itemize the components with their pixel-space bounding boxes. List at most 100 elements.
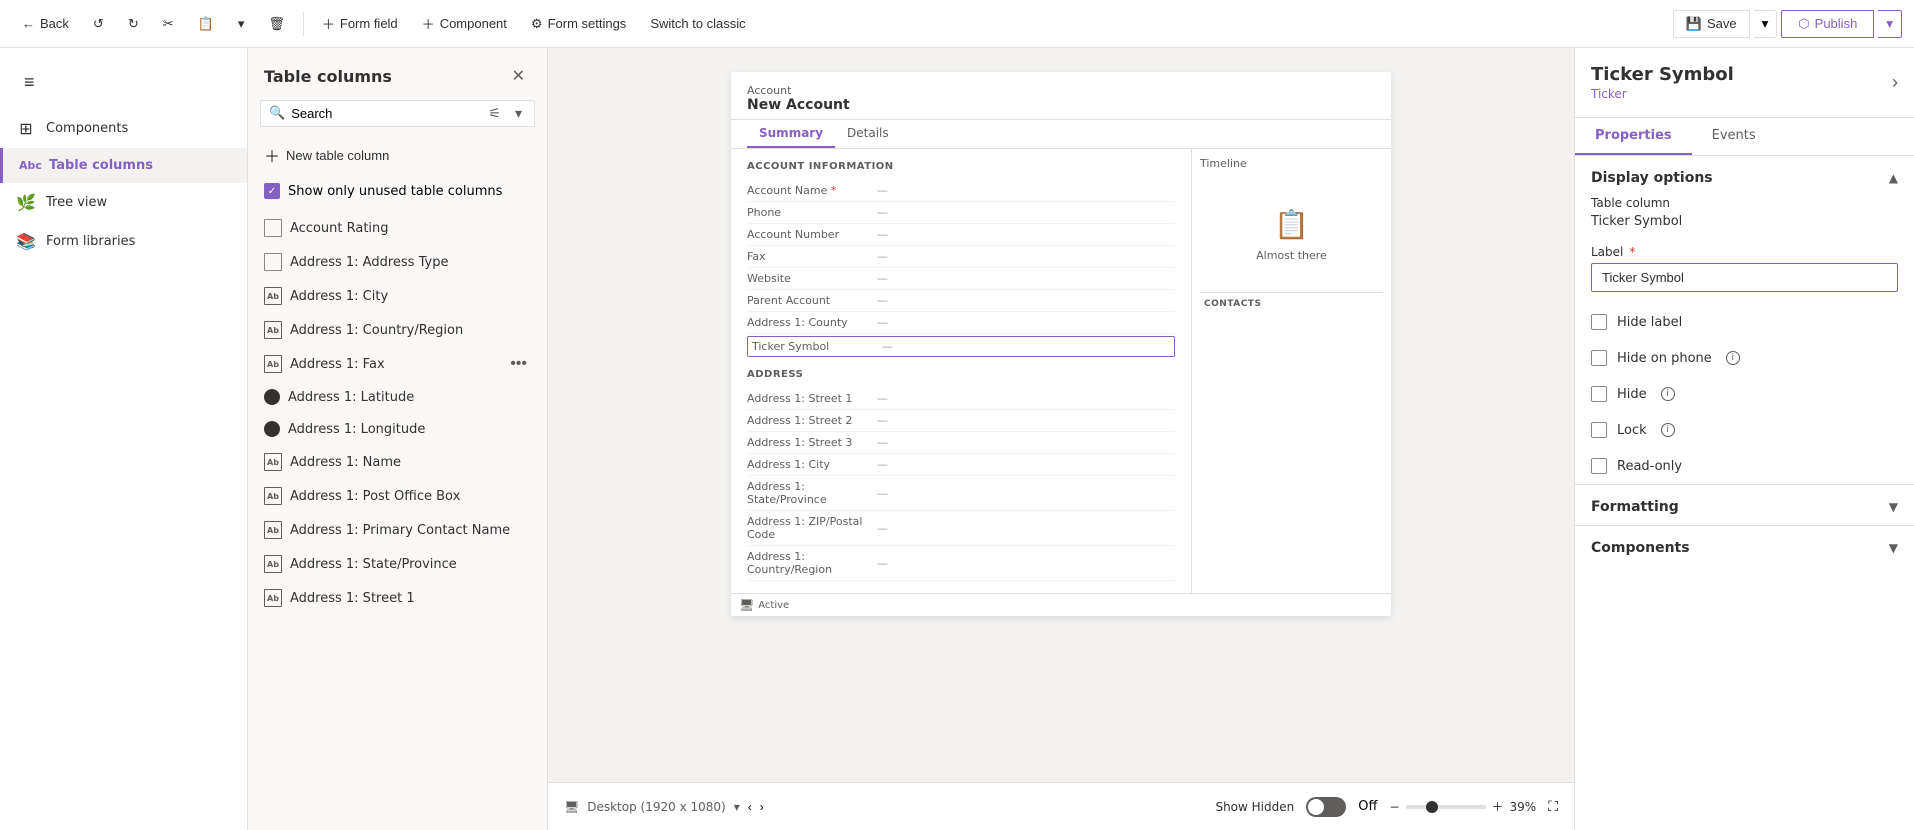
dropdown-button[interactable]: ▾ — [228, 11, 255, 37]
list-item[interactable]: Ab Address 1: Country/Region — [248, 313, 547, 347]
form-tab-summary[interactable]: Summary — [747, 120, 835, 148]
save-dropdown-button[interactable]: ▾ — [1754, 10, 1778, 38]
hide-info-icon[interactable]: i — [1661, 387, 1675, 401]
field-label: Parent Account — [747, 294, 877, 307]
rp-next-button[interactable]: › — [1892, 72, 1898, 93]
hide-on-phone-option[interactable]: Hide on phone i — [1575, 340, 1914, 376]
show-unused-checkbox[interactable]: ✓ — [264, 183, 280, 199]
contacts-label: CONTACTS — [1204, 299, 1379, 309]
paste-icon: 📋 — [198, 16, 214, 32]
save-dropdown-icon: ▾ — [1762, 16, 1769, 31]
search-input[interactable] — [291, 106, 478, 121]
plus-icon-panel: ＋ — [264, 143, 280, 167]
field-label: Fax — [747, 250, 877, 263]
address-type-icon — [264, 253, 282, 271]
hide-on-phone-checkbox[interactable] — [1591, 350, 1607, 366]
contacts-section: CONTACTS — [1200, 292, 1383, 315]
publish-button[interactable]: ⬡ Publish — [1781, 10, 1874, 38]
zoom-slider[interactable] — [1406, 805, 1486, 809]
list-item[interactable]: Ab Address 1: Primary Contact Name — [248, 513, 547, 547]
hide-label-checkbox[interactable] — [1591, 314, 1607, 330]
zoom-plus[interactable]: ＋ — [1492, 798, 1504, 815]
list-item[interactable]: Ab Address 1: Post Office Box — [248, 479, 547, 513]
save-button[interactable]: 💾 Save — [1673, 10, 1750, 38]
components-collapse-icon[interactable]: ▼ — [1889, 541, 1898, 555]
undo-button[interactable]: ↺ — [83, 11, 114, 37]
new-table-column-button[interactable]: ＋ New table column — [248, 135, 547, 175]
list-item[interactable]: Address 1: Latitude — [248, 381, 547, 413]
left-sidebar: ≡ ⊞ Components Abc Table columns 🌿 Tree … — [0, 48, 248, 830]
lock-option[interactable]: Lock i — [1575, 412, 1914, 448]
panel-close-button[interactable]: ✕ — [506, 64, 531, 88]
required-star: * — [1629, 245, 1635, 259]
rp-tab-events[interactable]: Events — [1692, 118, 1776, 155]
zoom-percent: 39% — [1510, 800, 1537, 814]
back-icon: ← — [22, 16, 35, 31]
sidebar-item-table-columns[interactable]: Abc Table columns — [0, 148, 247, 183]
component-button[interactable]: ＋ Component — [412, 9, 517, 38]
list-item[interactable]: Ab Address 1: Name — [248, 445, 547, 479]
back-button[interactable]: ← Back — [12, 11, 79, 36]
field-label: Address 1: State/Province — [747, 480, 877, 506]
redo-button[interactable]: ↻ — [118, 11, 149, 37]
sidebar-item-form-libraries[interactable]: 📚 Form libraries — [0, 222, 247, 261]
footer-left: 🖥 Desktop (1920 x 1080) ▾ ‹ › — [564, 800, 764, 814]
canvas-footer: 🖥 Desktop (1920 x 1080) ▾ ‹ › Show Hidde… — [548, 782, 1574, 830]
search-icon: 🔍 — [269, 106, 285, 121]
address-primary-contact-icon: Ab — [264, 521, 282, 539]
form-field-button[interactable]: ＋ Form field — [312, 9, 408, 38]
collapse-icon[interactable]: ▲ — [1889, 171, 1898, 185]
components-icon: ⊞ — [16, 119, 36, 138]
hide-option[interactable]: Hide i — [1575, 376, 1914, 412]
sidebar-item-components[interactable]: ⊞ Components — [0, 109, 247, 148]
scroll-left-button[interactable]: ‹ — [748, 800, 752, 814]
sidebar-item-tree-view[interactable]: 🌿 Tree view — [0, 183, 247, 222]
show-unused-row[interactable]: ✓ Show only unused table columns — [248, 175, 547, 207]
publish-dropdown-button[interactable]: ▾ — [1878, 10, 1902, 38]
scroll-right-button[interactable]: › — [760, 800, 764, 814]
list-item[interactable]: Ab Address 1: Street 1 — [248, 581, 547, 615]
filter-button[interactable]: ⚟ — [484, 105, 505, 122]
delete-icon: 🗑 — [268, 16, 285, 32]
filter-chevron-button[interactable]: ▾ — [511, 105, 526, 122]
field-label: Website — [747, 272, 877, 285]
hide-checkbox[interactable] — [1591, 386, 1607, 402]
label-field-label: Label — [1591, 245, 1623, 259]
zoom-minus[interactable]: − — [1389, 800, 1399, 814]
address-title: ADDRESS — [747, 369, 1175, 380]
more-options-button[interactable]: ••• — [506, 355, 531, 373]
toggle-thumb — [1308, 799, 1324, 815]
rp-tab-properties[interactable]: Properties — [1575, 118, 1692, 155]
hide-on-phone-info-icon[interactable]: i — [1726, 351, 1740, 365]
label-input[interactable] — [1591, 263, 1898, 292]
read-only-option[interactable]: Read-only — [1575, 448, 1914, 484]
address-street1-icon: Ab — [264, 589, 282, 607]
list-item[interactable]: Address 1: Longitude — [248, 413, 547, 445]
lock-checkbox[interactable] — [1591, 422, 1607, 438]
form-tabs: Summary Details — [731, 120, 1391, 149]
menu-button[interactable]: ≡ — [16, 64, 43, 101]
cut-button[interactable]: ✂ — [153, 11, 184, 37]
redo-icon: ↻ — [128, 16, 139, 32]
fullscreen-icon[interactable]: ⛶ — [1548, 799, 1558, 815]
formatting-collapse-icon[interactable]: ▼ — [1889, 500, 1898, 514]
form-tab-details[interactable]: Details — [835, 120, 901, 148]
form-settings-button[interactable]: ⚙ Form settings — [521, 11, 636, 37]
field-value: — — [877, 522, 888, 535]
read-only-checkbox[interactable] — [1591, 458, 1607, 474]
list-item[interactable]: Ab Address 1: City — [248, 279, 547, 313]
field-label: Account Number — [747, 228, 877, 241]
list-item[interactable]: Address 1: Address Type — [248, 245, 547, 279]
form-main: ACCOUNT INFORMATION Account Name * — Pho… — [731, 149, 1191, 593]
address-state-icon: Ab — [264, 555, 282, 573]
list-item[interactable]: Ab Address 1: Fax ••• — [248, 347, 547, 381]
switch-classic-button[interactable]: Switch to classic — [640, 11, 755, 36]
lock-info-icon[interactable]: i — [1661, 423, 1675, 437]
paste-button[interactable]: 📋 — [188, 11, 224, 37]
hide-label-option[interactable]: Hide label — [1575, 304, 1914, 340]
list-item[interactable]: Ab Address 1: State/Province — [248, 547, 547, 581]
delete-button[interactable]: 🗑 — [258, 11, 295, 37]
list-item[interactable]: Account Rating — [248, 211, 547, 245]
field-row: Address 1: County — — [747, 312, 1175, 334]
show-hidden-toggle[interactable] — [1306, 797, 1346, 817]
